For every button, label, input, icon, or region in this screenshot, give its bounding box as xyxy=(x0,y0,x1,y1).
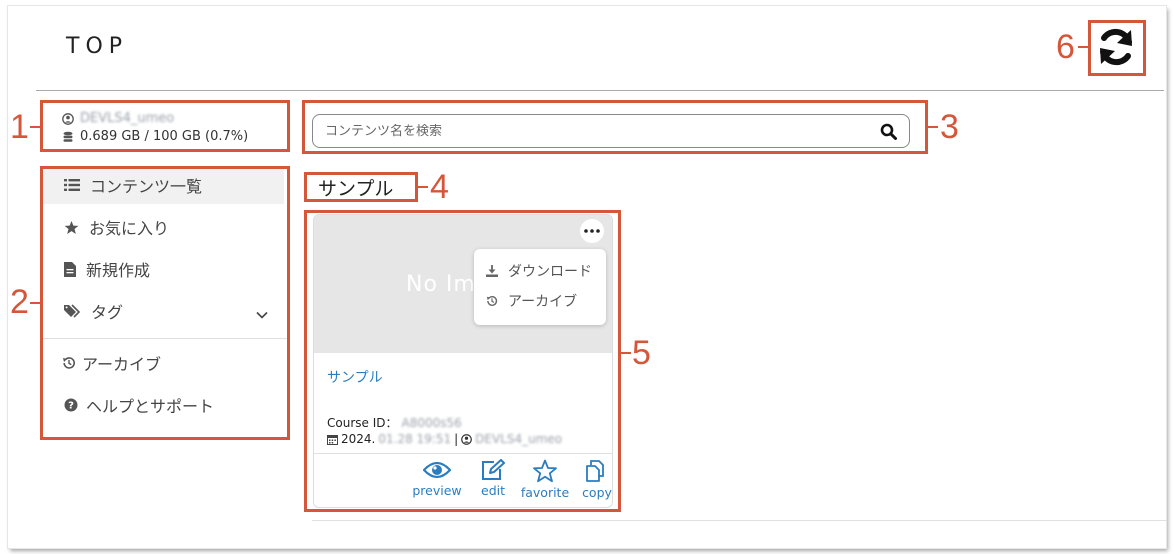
callout-line-5 xyxy=(621,352,631,354)
callout-box-1 xyxy=(40,100,290,152)
callout-number-5: 5 xyxy=(632,334,651,372)
callout-number-3: 3 xyxy=(940,108,959,146)
callout-number-4: 4 xyxy=(430,168,449,206)
callout-number-6: 6 xyxy=(1056,28,1075,66)
header-divider xyxy=(36,90,1164,91)
callout-box-2 xyxy=(40,166,290,440)
callout-box-5 xyxy=(304,210,621,512)
callout-box-4 xyxy=(304,172,418,202)
callout-box-6 xyxy=(1088,20,1146,76)
callout-line-4 xyxy=(418,186,428,188)
page-title: TOP xyxy=(66,34,129,59)
callout-box-3 xyxy=(302,100,928,154)
callout-number-2: 2 xyxy=(10,283,29,321)
callout-line-3 xyxy=(928,126,938,128)
callout-number-1: 1 xyxy=(10,108,29,146)
callout-line-6 xyxy=(1078,46,1088,48)
callout-line-2 xyxy=(30,302,40,304)
content-bottom-divider xyxy=(312,520,1166,521)
callout-line-1 xyxy=(30,126,40,128)
